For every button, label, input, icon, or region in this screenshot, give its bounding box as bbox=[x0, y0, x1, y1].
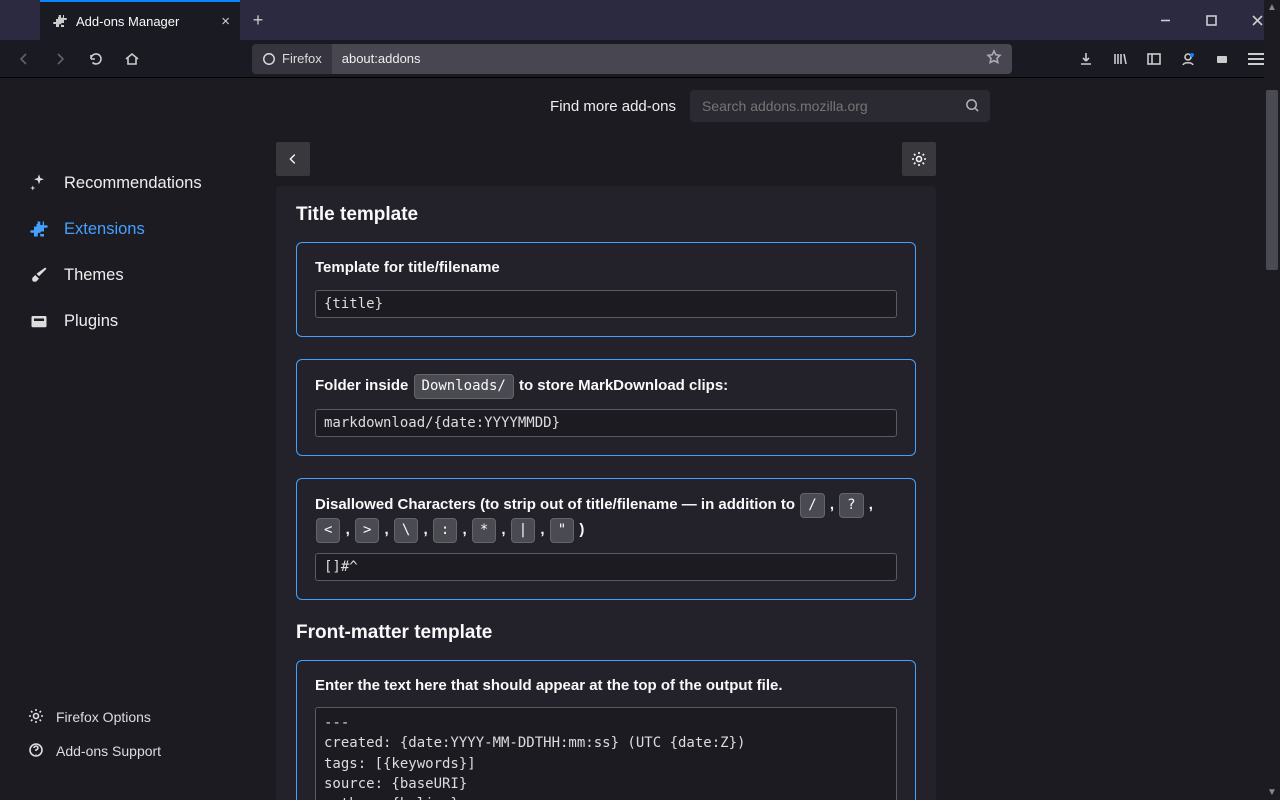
brush-icon bbox=[28, 265, 50, 285]
sidebar-item-extensions[interactable]: Extensions bbox=[28, 206, 272, 252]
sidebar-item-themes[interactable]: Themes bbox=[28, 252, 272, 298]
window-titlebar: Add-ons Manager × + bbox=[0, 0, 1280, 40]
library-icon[interactable] bbox=[1104, 43, 1136, 75]
frontmatter-textarea[interactable] bbox=[315, 707, 897, 800]
field-label: Folder inside Downloads/ to store MarkDo… bbox=[315, 374, 897, 399]
section-title-template: Title template bbox=[296, 204, 916, 226]
card-disallowed: Disallowed Characters (to strip out of t… bbox=[296, 478, 916, 600]
section-title-frontmatter: Front-matter template bbox=[296, 622, 916, 644]
sidebar-firefox-options[interactable]: Firefox Options bbox=[28, 700, 272, 734]
bookmark-star-icon[interactable] bbox=[986, 49, 1002, 68]
nav-forward-button[interactable] bbox=[44, 43, 76, 75]
disallowed-chars-input[interactable] bbox=[315, 553, 897, 581]
sidebar-item-recommendations[interactable]: Recommendations bbox=[28, 160, 272, 206]
plugin-icon bbox=[28, 311, 50, 331]
scrollbar-thumb[interactable] bbox=[1266, 90, 1278, 270]
panel-back-button[interactable] bbox=[276, 142, 310, 176]
window-maximize[interactable] bbox=[1188, 0, 1234, 40]
extension-options-panel: Title template Template for title/filena… bbox=[276, 186, 936, 800]
field-label: Enter the text here that should appear a… bbox=[315, 675, 897, 698]
close-icon[interactable]: × bbox=[221, 13, 230, 30]
card-frontmatter: Enter the text here that should appear a… bbox=[296, 660, 916, 800]
nav-back-button[interactable] bbox=[8, 43, 40, 75]
puzzle-icon bbox=[28, 219, 50, 239]
tab-title: Add-ons Manager bbox=[76, 14, 179, 29]
title-template-input[interactable] bbox=[315, 290, 897, 318]
scroll-up-icon: ▲ bbox=[1267, 2, 1277, 13]
url-bar[interactable]: about:addons bbox=[332, 44, 1012, 74]
sparkle-icon bbox=[28, 173, 50, 193]
card-folder: Folder inside Downloads/ to store MarkDo… bbox=[296, 359, 916, 456]
sidebar-item-plugins[interactable]: Plugins bbox=[28, 298, 272, 344]
card-title-template: Template for title/filename bbox=[296, 242, 916, 337]
sidebar-addons-support[interactable]: Add-ons Support bbox=[28, 734, 272, 768]
firefox-icon bbox=[262, 52, 276, 66]
home-button[interactable] bbox=[116, 43, 148, 75]
extension-icon[interactable]: M↓ bbox=[1206, 43, 1238, 75]
gear-icon bbox=[28, 708, 44, 727]
folder-input[interactable] bbox=[315, 409, 897, 437]
account-icon[interactable] bbox=[1172, 43, 1204, 75]
svg-text:M↓: M↓ bbox=[1218, 57, 1226, 63]
url-text: about:addons bbox=[342, 51, 421, 66]
help-icon bbox=[28, 742, 44, 761]
new-tab-button[interactable]: + bbox=[240, 0, 276, 40]
reload-button[interactable] bbox=[80, 43, 112, 75]
browser-toolbar: Firefox about:addons M↓ bbox=[0, 40, 1280, 78]
puzzle-icon bbox=[52, 13, 68, 29]
window-minimize[interactable] bbox=[1142, 0, 1188, 40]
field-label: Disallowed Characters (to strip out of t… bbox=[315, 493, 897, 543]
field-label: Template for title/filename bbox=[315, 257, 897, 280]
kbd-downloads: Downloads/ bbox=[414, 374, 514, 399]
browser-tab-addons[interactable]: Add-ons Manager × bbox=[40, 0, 240, 40]
panel-settings-button[interactable] bbox=[902, 142, 936, 176]
identity-box[interactable]: Firefox bbox=[252, 44, 332, 74]
sidebar-icon[interactable] bbox=[1138, 43, 1170, 75]
downloads-icon[interactable] bbox=[1070, 43, 1102, 75]
scroll-down-icon: ▼ bbox=[1267, 787, 1277, 798]
vertical-scrollbar[interactable]: ▲ ▼ bbox=[1264, 0, 1280, 800]
addons-sidebar: Recommendations Extensions Themes Plugin… bbox=[0, 78, 272, 800]
